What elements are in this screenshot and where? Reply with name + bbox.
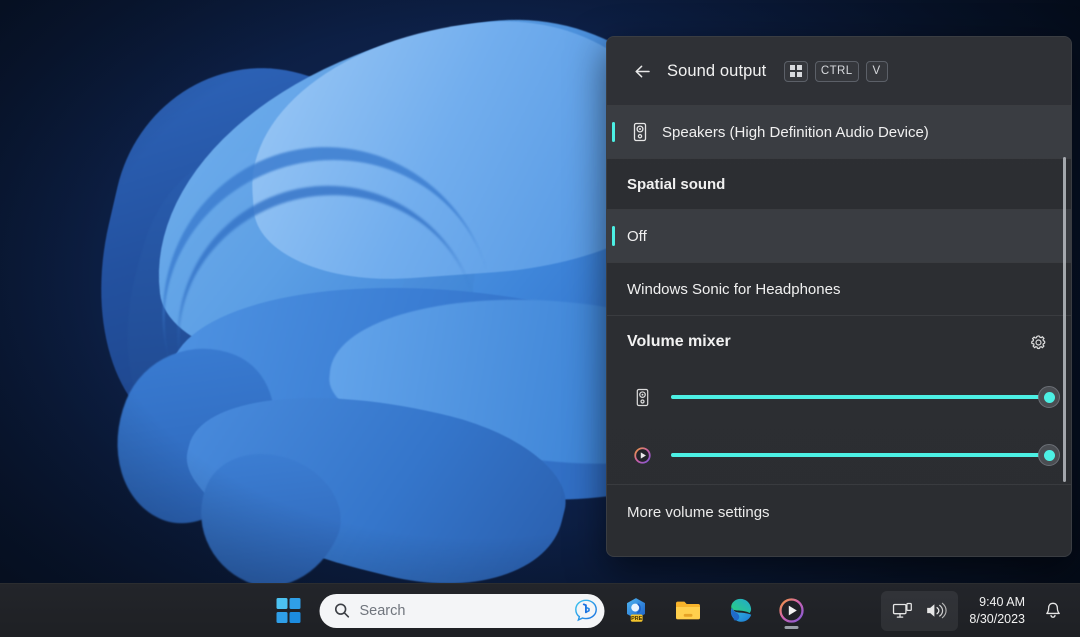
mixer-channel-media-player (607, 426, 1071, 484)
speaker-icon (627, 388, 657, 407)
spatial-option-off[interactable]: Off (607, 210, 1071, 262)
spatial-sound-title: Spatial sound (627, 175, 726, 193)
slider-fill (671, 395, 1049, 399)
copilot-icon: PRE (626, 598, 645, 622)
windows-start-icon (276, 598, 301, 623)
network-display-icon (893, 602, 913, 618)
spatial-option-label: Off (627, 227, 647, 245)
page-title: Sound output (667, 61, 767, 80)
taskbar-app-media-player[interactable] (771, 590, 813, 632)
bing-chat-icon[interactable] (574, 598, 599, 623)
slider-thumb[interactable] (1038, 386, 1060, 408)
keyboard-shortcut-badges: CTRL V (784, 60, 888, 82)
edge-icon (730, 598, 751, 622)
device-label: Speakers (High Definition Audio Device) (662, 123, 929, 141)
screen: Sound output CTRL V Speakers (High Defin… (0, 0, 1080, 637)
flyout-header: Sound output CTRL V (607, 37, 1071, 105)
volume-mixer-settings-button[interactable] (1023, 327, 1053, 357)
slider-fill (671, 453, 1049, 457)
output-device-list: Speakers (High Definition Audio Device) (607, 106, 1071, 158)
volume-mixer-title: Volume mixer (627, 333, 731, 350)
taskbar-app-microsoft-edge[interactable] (719, 590, 761, 632)
panel-scrollbar[interactable] (1063, 157, 1066, 482)
bell-icon (1046, 602, 1060, 618)
device-row-speakers[interactable]: Speakers (High Definition Audio Device) (607, 106, 1071, 158)
system-volume-slider[interactable] (671, 382, 1060, 412)
back-arrow-icon (634, 65, 650, 77)
mixer-channel-system (607, 368, 1071, 426)
file-explorer-icon (675, 601, 700, 620)
taskbar-app-copilot-preview[interactable]: PRE (615, 590, 657, 632)
volume-mixer-header: Volume mixer (607, 316, 1071, 368)
clock-date: 8/30/2023 (969, 611, 1025, 626)
copilot-preview-badge-text: PRE (631, 616, 643, 622)
volume-icon (927, 602, 948, 619)
spatial-option-label: Windows Sonic for Headphones (627, 280, 841, 298)
ctrl-key-badge[interactable]: CTRL (814, 60, 859, 82)
search-input[interactable]: Search (319, 593, 605, 628)
v-key-badge[interactable]: V (865, 60, 888, 82)
media-player-volume-slider[interactable] (671, 440, 1060, 470)
spatial-sound-section: Spatial sound Off Windows Sonic for Head… (607, 159, 1071, 315)
more-volume-settings-link[interactable]: More volume settings (607, 485, 1071, 539)
clock-date-button[interactable]: 9:40 AM 8/30/2023 (960, 591, 1034, 631)
media-player-icon (779, 597, 804, 623)
taskbar-center-group: Search PRE (268, 590, 813, 632)
gear-icon (1030, 334, 1045, 349)
volume-mixer-section: Volume mixer (607, 316, 1071, 484)
taskbar: Search PRE 9:40 AM 8/30/2023 (0, 583, 1080, 637)
slider-thumb[interactable] (1038, 444, 1060, 466)
media-player-icon (627, 446, 657, 465)
active-window-indicator (784, 625, 799, 629)
back-button[interactable] (627, 56, 657, 86)
search-placeholder: Search (359, 602, 406, 619)
notifications-button[interactable] (1036, 591, 1070, 631)
taskbar-app-file-explorer[interactable] (667, 590, 709, 632)
start-button[interactable] (268, 590, 310, 632)
speaker-icon (627, 122, 653, 142)
search-icon (334, 603, 350, 618)
windows-key-badge[interactable] (784, 60, 808, 82)
clock-time: 9:40 AM (979, 594, 1025, 609)
sound-output-flyout: Sound output CTRL V Speakers (High Defin… (606, 36, 1072, 557)
tray-quick-settings-button[interactable] (881, 590, 959, 631)
spatial-option-windows-sonic[interactable]: Windows Sonic for Headphones (607, 263, 1071, 315)
system-tray: 9:40 AM 8/30/2023 (881, 590, 1070, 631)
windows-key-icon (790, 65, 802, 77)
